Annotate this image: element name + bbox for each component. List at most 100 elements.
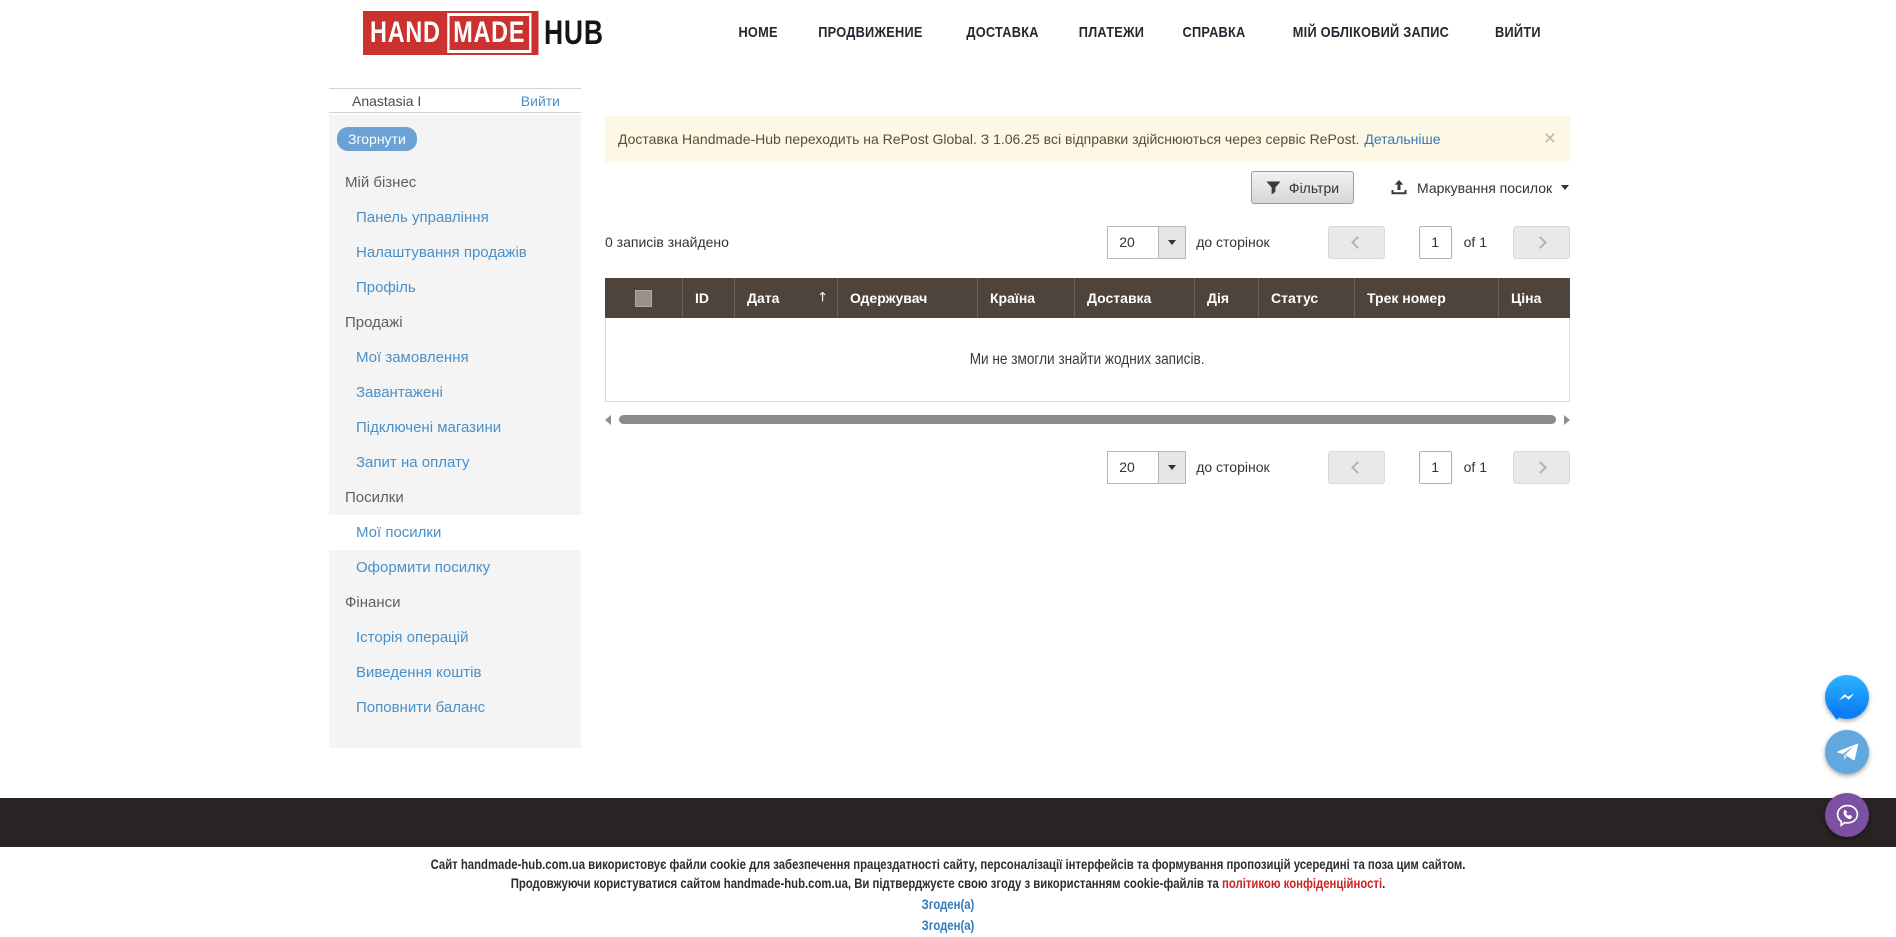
logo-red-box: HAND MADE [363, 11, 539, 55]
main-nav: HOME ПРОДВИЖЕНИЕ ДОСТАВКА ПЛАТЕЖИ СПРАВК… [735, 0, 1545, 65]
sidebar-item-my-orders[interactable]: Мої замовлення [329, 340, 581, 375]
sort-asc-icon: ↑ [817, 291, 828, 306]
collapse-sidebar-button[interactable]: Згорнути [337, 127, 417, 151]
column-header-action[interactable]: Дія [1195, 278, 1259, 318]
horizontal-scrollbar [605, 414, 1570, 426]
telegram-plane-icon [1834, 739, 1860, 765]
nav-delivery[interactable]: ДОСТАВКА [966, 24, 1038, 41]
filter-funnel-icon [1266, 181, 1281, 195]
viber-icon[interactable] [1825, 793, 1869, 837]
sidebar-item-profile[interactable]: Профіль [329, 270, 581, 305]
per-page-value: 20 [1107, 451, 1159, 484]
sidebar-section-my-business: Мій бізнес [329, 165, 581, 200]
sidebar-menu: Мій бізнес Панель управління Налаштуванн… [329, 165, 581, 725]
logo-text-hand: HAND [370, 16, 441, 50]
records-found-label: 0 записів знайдено [605, 225, 729, 259]
sidebar-item-transaction-history[interactable]: Історія операцій [329, 620, 581, 655]
scroll-right-icon[interactable] [1564, 415, 1570, 425]
sidebar-section-sales: Продажі [329, 305, 581, 340]
top-header: HAND MADE HUB HOME ПРОДВИЖЕНИЕ ДОСТАВКА … [0, 0, 1896, 65]
column-header-recipient[interactable]: Одержувач [838, 278, 978, 318]
banner-details-link[interactable]: Детальніше [1364, 131, 1440, 147]
pagination-bottom: 20 до сторінок of 1 [1107, 450, 1570, 484]
next-page-button[interactable] [1513, 451, 1570, 484]
nav-help[interactable]: СПРАВКА [1183, 24, 1246, 41]
username-label: Anastasia I [352, 93, 421, 109]
column-header-country[interactable]: Країна [978, 278, 1075, 318]
page: HAND MADE HUB HOME ПРОДВИЖЕНИЕ ДОСТАВКА … [0, 0, 1896, 937]
agree-link[interactable]: Згоден(а) [152, 896, 1745, 914]
caret-down-icon [1168, 240, 1176, 249]
nav-logout[interactable]: ВИЙТИ [1495, 24, 1541, 41]
agree-link[interactable]: Згоден(а) [152, 917, 1745, 935]
page-number-input[interactable] [1419, 226, 1452, 259]
page-of-label: of 1 [1464, 234, 1487, 250]
column-header-price[interactable]: Ціна [1499, 278, 1570, 318]
sidebar-item-uploaded[interactable]: Завантажені [329, 375, 581, 410]
page-number-input[interactable] [1419, 451, 1452, 484]
sidebar-item-dashboard[interactable]: Панель управління [329, 200, 581, 235]
sidebar-item-payment-request[interactable]: Запит на оплату [329, 445, 581, 480]
sidebar-item-connected-shops[interactable]: Підключені магазини [329, 410, 581, 445]
sidebar-section-parcels: Посилки [329, 480, 581, 515]
per-page-value: 20 [1107, 226, 1159, 259]
prev-page-button[interactable] [1328, 226, 1385, 259]
sidebar-item-sales-settings[interactable]: Налаштування продажів [329, 235, 581, 270]
chevron-right-icon [1534, 461, 1547, 474]
logo-text-hub: HUB [544, 14, 604, 53]
caret-down-icon [1168, 465, 1176, 474]
viber-phone-icon [1834, 802, 1861, 829]
table-header-row: ID Дата ↑ Одержувач Країна Доставка Дія … [605, 278, 1570, 318]
chevron-left-icon [1351, 236, 1364, 249]
nav-promotion[interactable]: ПРОДВИЖЕНИЕ [818, 24, 922, 41]
column-header-id[interactable]: ID [683, 278, 735, 318]
chevron-left-icon [1351, 461, 1364, 474]
sidebar-item-withdraw-funds[interactable]: Виведення коштів [329, 655, 581, 690]
cookie-notice-line2: Продовжуючи користуватися сайтом handmad… [152, 874, 1745, 893]
column-header-status[interactable]: Статус [1259, 278, 1355, 318]
banner-text: Доставка Handmade-Hub переходить на RePo… [618, 131, 1359, 147]
prev-page-button[interactable] [1328, 451, 1385, 484]
sidebar-item-my-parcels[interactable]: Мої посилки [329, 515, 581, 550]
scroll-left-icon[interactable] [605, 415, 611, 425]
per-page-dropdown-button[interactable] [1159, 451, 1186, 484]
site-logo[interactable]: HAND MADE HUB [363, 11, 604, 55]
messenger-bolt-icon [1834, 684, 1860, 710]
per-page-dropdown-button[interactable] [1159, 226, 1186, 259]
filters-button[interactable]: Фільтри [1251, 171, 1354, 204]
user-bar: Anastasia I Вийти [329, 88, 581, 113]
column-header-delivery[interactable]: Доставка [1075, 278, 1195, 318]
next-page-button[interactable] [1513, 226, 1570, 259]
sidebar-item-top-up-balance[interactable]: Поповнити баланс [329, 690, 581, 725]
per-page-select[interactable]: 20 [1107, 226, 1186, 259]
per-page-select[interactable]: 20 [1107, 451, 1186, 484]
column-header-track-number[interactable]: Трек номер [1355, 278, 1499, 318]
column-header-date[interactable]: Дата ↑ [735, 278, 838, 318]
scrollbar-thumb[interactable] [619, 415, 1556, 424]
logo-text-made: MADE [447, 13, 532, 53]
page-of-label: of 1 [1464, 459, 1487, 475]
nav-payments[interactable]: ПЛАТЕЖИ [1078, 24, 1143, 41]
nav-my-account[interactable]: МІЙ ОБЛІКОВИЙ ЗАПИС [1293, 24, 1449, 41]
per-page-label: до сторінок [1196, 459, 1269, 475]
filters-button-label: Фільтри [1289, 180, 1339, 196]
select-all-cell [605, 278, 683, 318]
empty-table-message: Ми не змогли знайти жодних записів. [970, 351, 1205, 369]
sidebar: Згорнути Мій бізнес Панель управління На… [329, 115, 581, 748]
parcel-marking-label: Маркування посилок [1417, 180, 1552, 196]
notification-banner: Доставка Handmade-Hub переходить на RePo… [605, 116, 1570, 162]
per-page-label: до сторінок [1196, 234, 1269, 250]
upload-icon [1390, 180, 1408, 196]
parcel-marking-dropdown[interactable]: Маркування посилок [1390, 171, 1569, 204]
table-empty-row: Ми не змогли знайти жодних записів. [605, 318, 1570, 402]
nav-home[interactable]: HOME [738, 24, 777, 41]
cookie-notice-line1: Сайт handmade-hub.com.ua використовує фа… [152, 855, 1745, 874]
logout-link[interactable]: Вийти [521, 93, 560, 109]
telegram-icon[interactable] [1825, 730, 1869, 774]
select-all-checkbox[interactable] [635, 290, 652, 307]
privacy-policy-link[interactable]: політикою конфіденційності [1222, 876, 1382, 891]
sidebar-item-create-parcel[interactable]: Оформити посилку [329, 550, 581, 585]
messenger-icon[interactable] [1825, 675, 1869, 719]
banner-close-icon[interactable]: × [1544, 128, 1556, 149]
chevron-right-icon [1534, 236, 1547, 249]
